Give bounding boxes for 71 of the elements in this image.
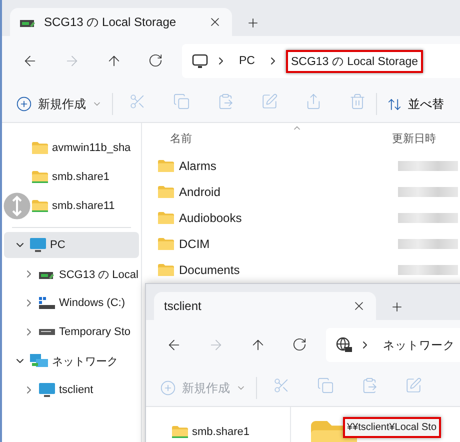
tree-item[interactable]: ネットワーク <box>4 348 139 374</box>
tree-item-label: PC <box>50 239 66 251</box>
blurred-date <box>398 187 458 197</box>
tree-item-label: tsclient <box>59 384 94 396</box>
folder-icon <box>158 186 174 198</box>
breadcrumb-item[interactable]: PC <box>234 51 260 71</box>
tree-item[interactable]: Windows (C:) <box>4 290 139 316</box>
tree-item[interactable]: tsclient <box>4 377 139 403</box>
back-icon[interactable] <box>166 337 182 353</box>
file-name: DCIM <box>179 237 210 251</box>
folder-icon <box>158 160 174 172</box>
folder-icon <box>158 264 174 276</box>
up-icon[interactable] <box>250 337 266 353</box>
shared-folder-icon <box>32 200 48 212</box>
tree-item-label: SCG13 の Local <box>59 268 138 282</box>
folder-icon <box>158 212 174 224</box>
close-icon[interactable] <box>352 299 366 313</box>
globe-icon <box>336 337 352 353</box>
new-tab-icon[interactable] <box>246 16 260 30</box>
breadcrumb-item[interactable]: SCG13 の Local Storage <box>286 50 424 72</box>
drive-icon <box>39 297 55 309</box>
folder-icon <box>158 238 174 250</box>
file-name: Alarms <box>179 159 216 173</box>
file-name: Android <box>179 185 220 199</box>
sidebar-item-label: smb.share1 <box>192 426 250 438</box>
drive-icon <box>39 329 55 335</box>
close-icon[interactable] <box>208 15 222 29</box>
file-row[interactable]: DCIM <box>158 237 398 251</box>
shared-folder-icon <box>172 426 188 438</box>
sort-button[interactable]: 並べ替 <box>387 96 444 112</box>
file-row[interactable]: Documents <box>158 263 398 277</box>
file-name: Documents <box>179 263 240 277</box>
tree-item-label: Windows (C:) <box>59 297 126 309</box>
sidebar-item-label: avmwin11b_sha <box>52 142 131 154</box>
tree-item-label: Temporary Sto <box>59 326 131 338</box>
path-tooltip: ¥¥tsclient¥Local Sto <box>343 417 441 438</box>
tree-item[interactable]: PC <box>4 232 139 258</box>
sidebar-item[interactable]: smb.share11 <box>4 193 139 219</box>
blurred-date <box>398 265 458 275</box>
monitor-icon <box>39 382 55 398</box>
column-header[interactable]: 名前 <box>158 130 392 146</box>
tree-item[interactable]: SCG13 の Local <box>4 261 139 287</box>
sidebar-item-label: smb.share1 <box>52 171 110 183</box>
up-icon[interactable] <box>106 53 122 69</box>
column-header[interactable]: 更新日時 <box>392 130 436 146</box>
tree-item[interactable]: Temporary Sto <box>4 319 139 345</box>
blurred-date <box>398 213 458 223</box>
monitor-icon <box>30 238 46 252</box>
sidebar-item-label: smb.share11 <box>52 200 115 212</box>
computer-icon <box>192 54 208 68</box>
plus-circle-icon <box>160 380 176 396</box>
file-row[interactable]: Android <box>158 185 398 199</box>
refresh-icon[interactable] <box>292 337 307 353</box>
file-name: Audiobooks <box>179 211 242 225</box>
file-row[interactable]: Audiobooks <box>158 211 398 225</box>
plus-circle-icon <box>16 96 32 112</box>
file-row[interactable]: Alarms <box>158 159 398 173</box>
folder-icon <box>32 142 48 154</box>
tree-item-label: ネットワーク <box>52 354 118 368</box>
new-button[interactable]: 新規作成 <box>16 96 102 112</box>
sidebar-item[interactable]: avmwin11b_sha <box>4 135 139 161</box>
sidebar-item[interactable]: smb.share1 <box>4 164 139 190</box>
back-icon[interactable] <box>22 53 38 69</box>
blurred-date <box>398 239 458 249</box>
network-icon <box>30 354 48 368</box>
shared-folder-icon <box>32 170 48 184</box>
sort-arrows-icon <box>387 96 402 112</box>
blurred-date <box>398 161 458 171</box>
new-tab-icon[interactable] <box>390 300 404 314</box>
sidebar-item[interactable]: smb.share1 <box>148 419 288 442</box>
refresh-icon[interactable] <box>148 53 163 69</box>
